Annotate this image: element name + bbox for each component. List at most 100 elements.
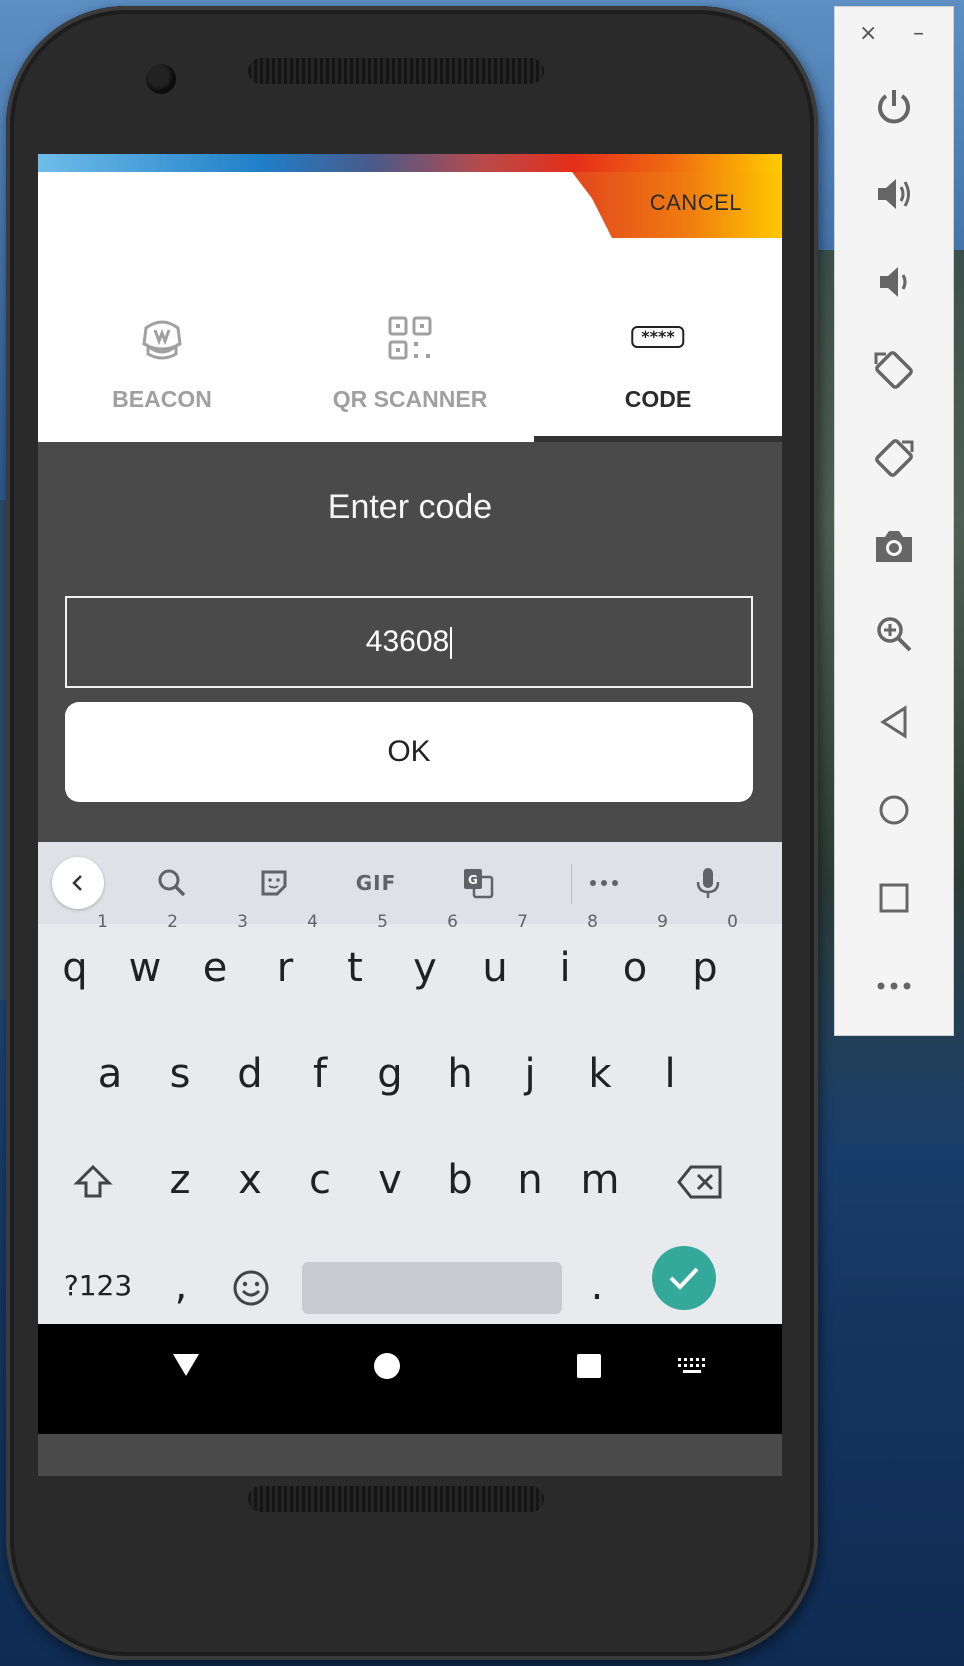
nav-overview-icon[interactable] — [576, 1353, 602, 1379]
code-icon-text: **** — [631, 326, 685, 348]
key-x[interactable]: x — [215, 1132, 285, 1228]
key-number-hint: 4 — [307, 912, 318, 932]
key-w[interactable]: w2 — [110, 912, 180, 1016]
key-u[interactable]: u7 — [460, 912, 530, 1016]
rotate-left-button[interactable] — [869, 345, 919, 395]
key-o[interactable]: o9 — [600, 912, 670, 1016]
power-button[interactable] — [869, 81, 919, 131]
key-b[interactable]: b — [425, 1132, 495, 1228]
key-number-hint: 3 — [237, 912, 248, 932]
keyboard-gif-button[interactable]: GIF — [346, 842, 406, 924]
tab-code[interactable]: **** CODE — [534, 294, 782, 442]
key-v[interactable]: v — [355, 1132, 425, 1228]
key-letter: t — [347, 945, 363, 991]
comma-key[interactable]: , — [146, 1238, 216, 1334]
zoom-icon — [877, 617, 912, 652]
header: CANCEL BEACON QR SCANNER **** CODE — [38, 172, 782, 442]
emulator-home-button[interactable] — [869, 785, 919, 835]
key-f[interactable]: f — [285, 1026, 355, 1122]
phone-frame: CANCEL BEACON QR SCANNER **** CODE Enter… — [6, 6, 818, 1660]
key-g[interactable]: g — [355, 1026, 425, 1122]
key-p[interactable]: p0 — [670, 912, 740, 1016]
more-icon — [877, 982, 911, 990]
keyboard-toolbar: GIF G — [38, 842, 782, 924]
shift-key[interactable] — [58, 1132, 128, 1228]
mic-icon — [696, 868, 720, 898]
keyboard-more-button[interactable] — [574, 842, 634, 924]
backspace-key[interactable] — [650, 1132, 750, 1228]
volume-up-button[interactable] — [869, 169, 919, 219]
tab-bar: BEACON QR SCANNER **** CODE — [38, 294, 782, 442]
key-q[interactable]: q1 — [40, 912, 110, 1016]
ok-button[interactable]: OK — [65, 702, 753, 802]
cancel-button[interactable]: CANCEL — [572, 172, 782, 238]
key-letter: i — [559, 945, 571, 991]
emulator-more-button[interactable] — [869, 961, 919, 1011]
key-letter: o — [622, 945, 648, 991]
nav-back-icon[interactable] — [171, 1352, 201, 1378]
period-key[interactable]: . — [562, 1238, 632, 1334]
beacon-icon — [138, 314, 186, 366]
key-j[interactable]: j — [495, 1026, 565, 1122]
key-c[interactable]: c — [285, 1132, 355, 1228]
key-number-hint: 9 — [657, 912, 668, 932]
key-r[interactable]: r4 — [250, 912, 320, 1016]
emulator-back-button[interactable] — [869, 697, 919, 747]
qr-code-icon — [386, 314, 434, 366]
keyboard-switch-icon[interactable] — [677, 1357, 707, 1375]
key-k[interactable]: k — [565, 1026, 635, 1122]
emulator-side-panel: × – — [834, 6, 954, 1036]
emoji-key[interactable] — [216, 1238, 286, 1334]
page-title: Enter code — [327, 488, 493, 526]
volume-down-icon — [880, 267, 907, 297]
key-h[interactable]: h — [425, 1026, 495, 1122]
zoom-button[interactable] — [869, 609, 919, 659]
volume-down-button[interactable] — [869, 257, 919, 307]
key-d[interactable]: d — [215, 1026, 285, 1122]
gif-icon: GIF — [355, 871, 397, 895]
overview-icon — [879, 883, 909, 913]
key-number-hint: 6 — [447, 912, 458, 932]
rotate-right-icon — [875, 439, 914, 477]
code-input-value: 43608 — [365, 625, 450, 658]
key-n[interactable]: n — [495, 1132, 565, 1228]
tab-code-label: CODE — [624, 386, 692, 412]
emulator-overview-button[interactable] — [869, 873, 919, 923]
key-number-hint: 8 — [587, 912, 598, 932]
sticker-icon — [261, 870, 287, 896]
key-m[interactable]: m — [565, 1132, 635, 1228]
cancel-label: CANCEL — [649, 190, 742, 215]
key-number-hint: 1 — [97, 912, 108, 932]
key-a[interactable]: a — [75, 1026, 145, 1122]
code-input[interactable]: 43608 — [65, 596, 753, 688]
rotate-right-button[interactable] — [869, 433, 919, 483]
screenshot-button[interactable] — [869, 521, 919, 571]
close-icon[interactable]: × — [859, 21, 877, 46]
key-l[interactable]: l — [635, 1026, 705, 1122]
active-tab-indicator — [534, 436, 782, 442]
tab-beacon[interactable]: BEACON — [38, 294, 286, 442]
key-z[interactable]: z — [145, 1132, 215, 1228]
soft-keyboard: GIF G q1 w2 e3 r4 t5 y6 u7 i8 o 9 p 0 a … — [38, 842, 782, 1330]
symbols-key[interactable]: ?123 — [52, 1238, 144, 1334]
key-t[interactable]: t5 — [320, 912, 390, 1016]
key-letter: r — [276, 945, 294, 991]
key-e[interactable]: e3 — [180, 912, 250, 1016]
tab-qr-scanner[interactable]: QR SCANNER — [286, 294, 534, 442]
space-key[interactable] — [302, 1262, 562, 1314]
tab-qr-scanner-label: QR SCANNER — [332, 386, 488, 412]
key-y[interactable]: y6 — [390, 912, 460, 1016]
nav-home-icon[interactable] — [373, 1352, 401, 1380]
keyboard-sticker-button[interactable] — [244, 842, 304, 924]
key-s[interactable]: s — [145, 1026, 215, 1122]
key-letter: w — [128, 945, 162, 991]
key-number-hint: 2 — [167, 912, 178, 932]
ok-button-label: OK — [387, 735, 431, 768]
check-icon — [669, 1267, 699, 1290]
enter-key[interactable] — [652, 1246, 716, 1310]
key-i[interactable]: i8 — [530, 912, 600, 1016]
minimize-icon[interactable]: – — [913, 21, 924, 46]
key-letter: u — [482, 945, 508, 991]
key-letter: y — [413, 945, 437, 991]
key-number-hint: 5 — [377, 912, 388, 932]
